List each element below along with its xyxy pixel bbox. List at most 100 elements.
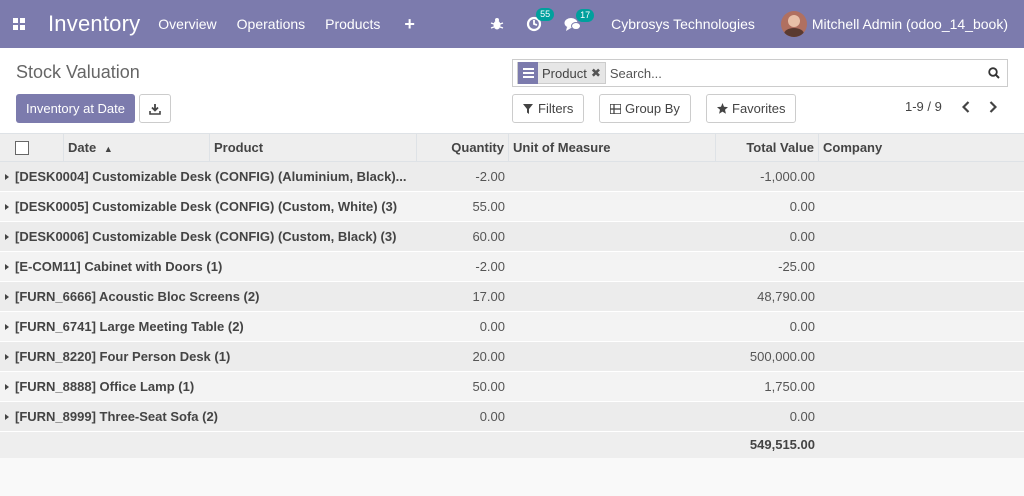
group-quantity: 0.00: [479, 409, 505, 424]
table-row[interactable]: [DESK0006] Customizable Desk (CONFIG) (C…: [0, 222, 1024, 252]
group-name: [E-COM11] Cabinet with Doors (1): [15, 259, 223, 274]
group-label: [FURN_8888] Office Lamp (1): [0, 372, 417, 402]
group-total-value: 500,000.00: [749, 349, 815, 364]
star-icon: [717, 103, 728, 114]
search-icon[interactable]: [981, 67, 1007, 79]
group-quantity: 55.00: [472, 199, 505, 214]
group-label: [FURN_8220] Four Person Desk (1): [0, 342, 417, 372]
sort-asc-icon: ▲: [103, 144, 113, 154]
download-icon: [149, 103, 161, 115]
activity-badge: 55: [536, 8, 555, 21]
activity-icon[interactable]: 55: [526, 8, 555, 32]
group-total-value: 48,790.00: [757, 289, 815, 304]
table-footer: 549,515.00: [0, 432, 1024, 458]
group-by-button[interactable]: Group By: [599, 94, 691, 123]
group-company: [819, 162, 1024, 192]
group-uom: [509, 282, 716, 312]
caret-right-icon: [5, 354, 9, 360]
user-name: Mitchell Admin (odoo_14_book): [811, 16, 1008, 32]
menu-products[interactable]: Products: [325, 16, 380, 32]
favorites-button[interactable]: Favorites: [706, 94, 797, 123]
group-quantity: 0.00: [479, 319, 505, 334]
top-navbar: Inventory Overview Operations Products +…: [0, 0, 1024, 48]
group-label: [DESK0004] Customizable Desk (CONFIG) (A…: [0, 162, 417, 192]
bug-icon[interactable]: [490, 17, 504, 31]
pager-value[interactable]: 1-9 / 9: [905, 99, 942, 114]
table-header: Date ▲ Product Quantity Unit of Measure …: [0, 134, 1024, 162]
group-company: [819, 342, 1024, 372]
group-label: [DESK0005] Customizable Desk (CONFIG) (C…: [0, 192, 417, 222]
group-name: [FURN_6741] Large Meeting Table (2): [15, 319, 244, 334]
caret-right-icon: [5, 294, 9, 300]
caret-right-icon: [5, 324, 9, 330]
group-total-value: -1,000.00: [760, 169, 815, 184]
app-name[interactable]: Inventory: [48, 11, 140, 37]
group-label: [FURN_6741] Large Meeting Table (2): [0, 312, 417, 342]
column-date[interactable]: Date ▲: [64, 134, 210, 162]
group-uom: [509, 222, 716, 252]
table-row[interactable]: [DESK0004] Customizable Desk (CONFIG) (A…: [0, 162, 1024, 192]
search-input[interactable]: [605, 61, 981, 85]
column-uom[interactable]: Unit of Measure: [509, 134, 716, 162]
group-company: [819, 252, 1024, 282]
list-icon: [518, 62, 538, 84]
footer-total-value: 549,515.00: [749, 437, 815, 452]
column-product[interactable]: Product: [210, 134, 417, 162]
table-row[interactable]: [FURN_6666] Acoustic Bloc Screens (2) 17…: [0, 282, 1024, 312]
control-panel: Stock Valuation Inventory at Date Produc…: [0, 48, 1024, 134]
messages-icon[interactable]: 17: [564, 8, 595, 32]
group-label: [DESK0006] Customizable Desk (CONFIG) (C…: [0, 222, 417, 252]
select-all-checkbox[interactable]: [15, 141, 29, 155]
menu-overview[interactable]: Overview: [158, 16, 216, 32]
inventory-at-date-button[interactable]: Inventory at Date: [16, 94, 135, 123]
group-total-value: 1,750.00: [764, 379, 815, 394]
table-row[interactable]: [FURN_6741] Large Meeting Table (2) 0.00…: [0, 312, 1024, 342]
table-row[interactable]: [FURN_8999] Three-Seat Sofa (2) 0.00 0.0…: [0, 402, 1024, 432]
table-row[interactable]: [DESK0005] Customizable Desk (CONFIG) (C…: [0, 192, 1024, 222]
group-by-icon: [610, 103, 621, 114]
user-menu[interactable]: Mitchell Admin (odoo_14_book): [780, 11, 1008, 37]
column-total-value[interactable]: Total Value: [716, 134, 819, 162]
caret-right-icon: [5, 174, 9, 180]
group-name: [FURN_8220] Four Person Desk (1): [15, 349, 231, 364]
table-row[interactable]: [FURN_8888] Office Lamp (1) 50.00 1,750.…: [0, 372, 1024, 402]
caret-right-icon: [5, 234, 9, 240]
group-name: [DESK0004] Customizable Desk (CONFIG) (A…: [15, 169, 407, 184]
column-quantity[interactable]: Quantity: [417, 134, 509, 162]
group-total-value: 0.00: [789, 319, 815, 334]
group-label: [FURN_8999] Three-Seat Sofa (2): [0, 402, 417, 432]
group-uom: [509, 252, 716, 282]
company-switcher[interactable]: Cybrosys Technologies: [611, 16, 755, 32]
apps-menu-icon[interactable]: [0, 0, 34, 48]
download-button[interactable]: [139, 94, 171, 123]
group-by-label: Group By: [625, 101, 680, 116]
table-row[interactable]: [FURN_8220] Four Person Desk (1) 20.00 5…: [0, 342, 1024, 372]
group-uom: [509, 342, 716, 372]
pager-next-icon[interactable]: [984, 98, 1002, 116]
group-total-value: 0.00: [789, 409, 815, 424]
caret-right-icon: [5, 204, 9, 210]
messages-badge: 17: [576, 8, 595, 22]
group-uom: [509, 372, 716, 402]
group-company: [819, 282, 1024, 312]
filters-button[interactable]: Filters: [512, 94, 585, 123]
column-date-label: Date: [68, 140, 97, 155]
group-quantity: -2.00: [475, 259, 505, 274]
facet-label: Product: [542, 65, 587, 81]
search-bar: Product ✖: [512, 59, 1008, 87]
pager-previous-icon[interactable]: [957, 98, 975, 116]
column-company[interactable]: Company: [819, 134, 1024, 162]
group-company: [819, 222, 1024, 252]
group-label: [E-COM11] Cabinet with Doors (1): [0, 252, 417, 282]
table-row[interactable]: [E-COM11] Cabinet with Doors (1) -2.00 -…: [0, 252, 1024, 282]
facet-close-icon[interactable]: ✖: [591, 66, 601, 80]
group-label: [FURN_6666] Acoustic Bloc Screens (2): [0, 282, 417, 312]
plus-icon[interactable]: +: [404, 14, 415, 35]
group-uom: [509, 402, 716, 432]
group-name: [DESK0005] Customizable Desk (CONFIG) (C…: [15, 199, 398, 214]
group-quantity: 17.00: [472, 289, 505, 304]
search-facet-product[interactable]: Product ✖: [517, 62, 606, 84]
group-company: [819, 192, 1024, 222]
menu-operations[interactable]: Operations: [237, 16, 305, 32]
stock-valuation-table: Date ▲ Product Quantity Unit of Measure …: [0, 134, 1024, 458]
